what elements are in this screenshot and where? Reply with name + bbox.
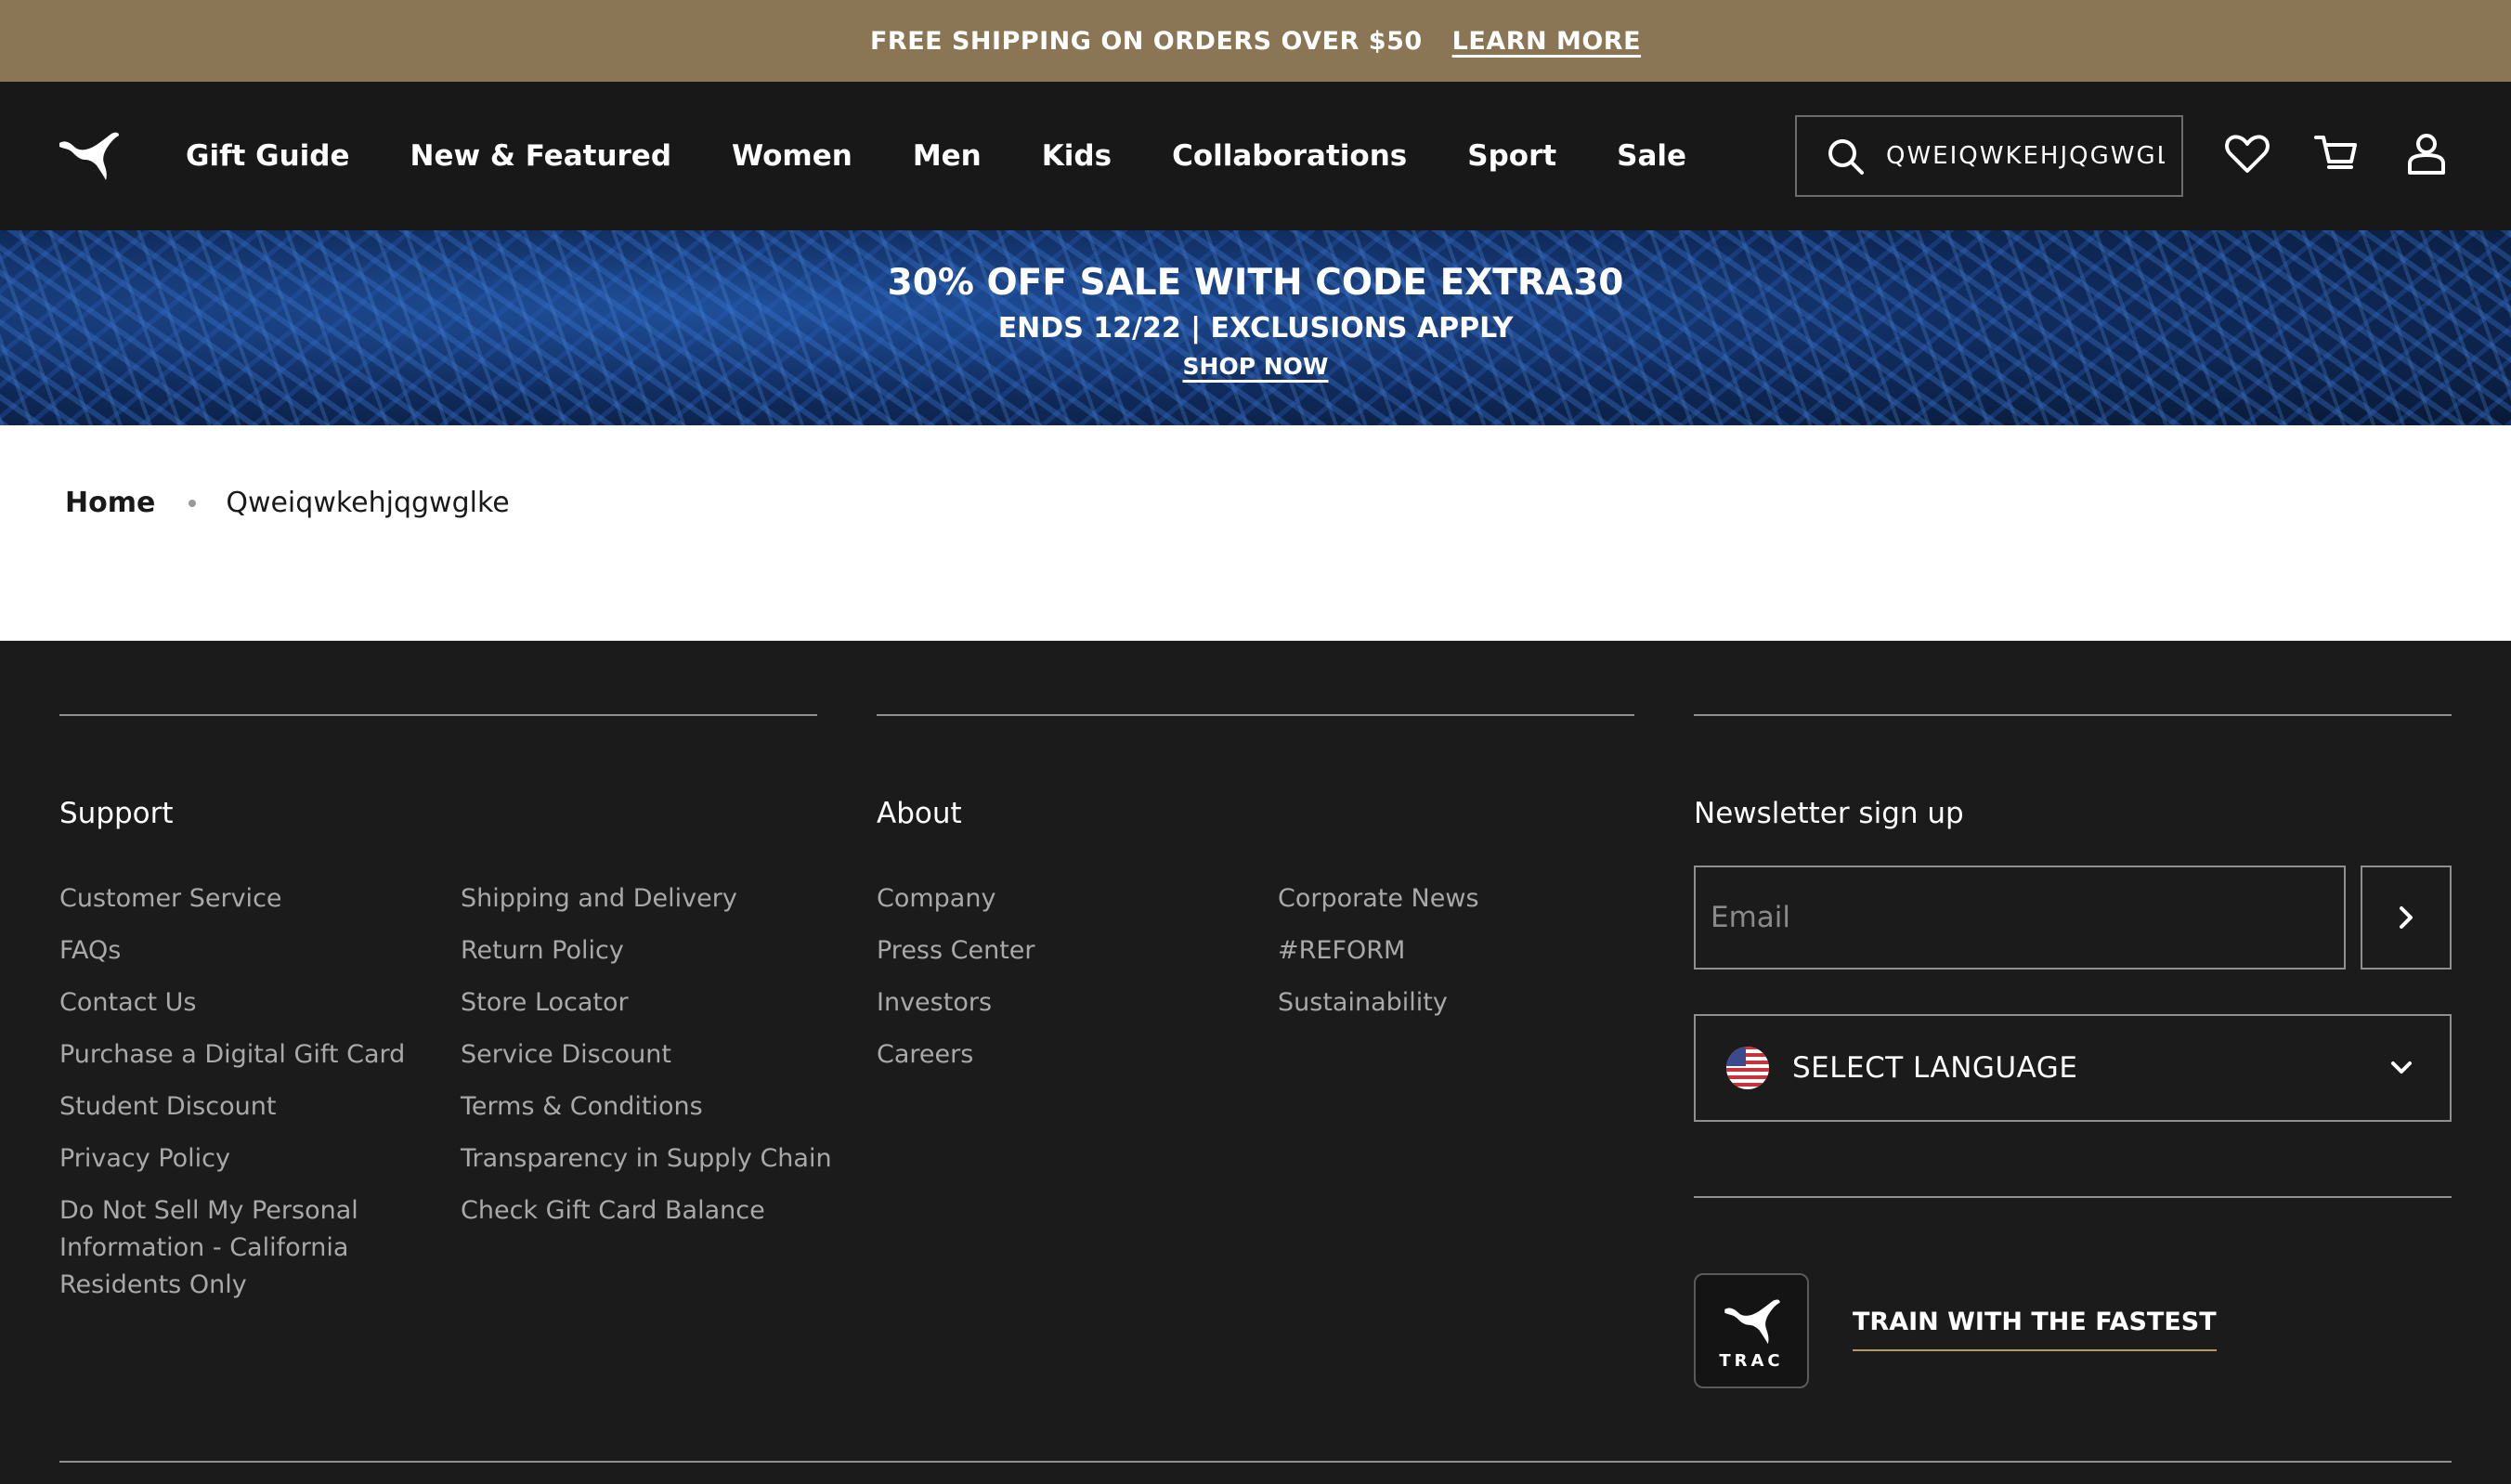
footer-link-customer-service[interactable]: Customer Service: [59, 880, 282, 918]
main-nav: Gift Guide New & Featured Women Men Kids…: [186, 82, 1686, 230]
footer-link-privacy-policy[interactable]: Privacy Policy: [59, 1140, 230, 1178]
language-select[interactable]: SELECT LANGUAGE: [1694, 1014, 2452, 1122]
about-heading: About: [877, 797, 962, 830]
footer-link-terms[interactable]: Terms & Conditions: [461, 1088, 703, 1126]
trac-wordmark: TRAC: [1719, 1351, 1784, 1371]
footer-link-do-not-sell[interactable]: Residents Only: [59, 1267, 247, 1304]
shop-now-link[interactable]: SHOP NOW: [1183, 353, 1329, 380]
footer-link-reform[interactable]: #REFORM: [1278, 932, 1405, 970]
footer-link-faqs[interactable]: FAQs: [59, 932, 121, 970]
footer-link-service-discount[interactable]: Service Discount: [461, 1036, 671, 1074]
site-header: Gift Guide New & Featured Women Men Kids…: [0, 82, 2511, 230]
footer-link-do-not-sell[interactable]: Do Not Sell My Personal: [59, 1192, 358, 1230]
footer-link-store-locator[interactable]: Store Locator: [461, 984, 629, 1022]
footer-divider: [59, 1461, 2452, 1463]
footer-link-gift-card[interactable]: Purchase a Digital Gift Card: [59, 1036, 405, 1074]
newsletter-heading: Newsletter sign up: [1694, 797, 1964, 830]
puma-logo: [1724, 1299, 1780, 1345]
footer-link-company[interactable]: Company: [877, 880, 995, 918]
breadcrumb-section: Home Qweiqwkehjqgwglke: [0, 425, 2511, 641]
nav-sale[interactable]: Sale: [1617, 139, 1686, 173]
user-icon[interactable]: [2402, 130, 2451, 178]
footer-link-corporate-news[interactable]: Corporate News: [1278, 880, 1479, 918]
nav-new-featured[interactable]: New & Featured: [410, 139, 671, 173]
footer-link-sustainability[interactable]: Sustainability: [1278, 984, 1448, 1022]
newsletter-submit-button[interactable]: [2361, 866, 2452, 970]
puma-logo[interactable]: [58, 130, 121, 182]
banner-headline: 30% OFF SALE WITH CODE EXTRA30: [887, 262, 1624, 304]
footer-link-gift-card-balance[interactable]: Check Gift Card Balance: [461, 1192, 765, 1230]
footer-link-do-not-sell[interactable]: Information - California: [59, 1230, 348, 1267]
footer-link-student-discount[interactable]: Student Discount: [59, 1088, 276, 1126]
footer-divider: [59, 714, 817, 716]
learn-more-link[interactable]: LEARN MORE: [1452, 27, 1641, 56]
email-field[interactable]: [1696, 867, 2344, 968]
nav-kids[interactable]: Kids: [1042, 139, 1112, 173]
nav-sport[interactable]: Sport: [1467, 139, 1556, 173]
search-box[interactable]: [1795, 115, 2183, 197]
chevron-right-icon: [2400, 906, 2413, 929]
promo-text: FREE SHIPPING ON ORDERS OVER $50: [869, 26, 1423, 56]
us-flag-icon: [1726, 1047, 1769, 1089]
footer-divider: [877, 714, 1634, 716]
nav-collaborations[interactable]: Collaborations: [1172, 139, 1407, 173]
nav-gift-guide[interactable]: Gift Guide: [186, 139, 350, 173]
sale-banner[interactable]: 30% OFF SALE WITH CODE EXTRA30 ENDS 12/2…: [0, 230, 2511, 425]
train-with-fastest-link[interactable]: TRAIN WITH THE FASTEST: [1853, 1308, 2217, 1351]
search-icon[interactable]: [1825, 136, 1866, 176]
breadcrumb: Home Qweiqwkehjqgwglke: [65, 487, 510, 519]
footer-link-contact-us[interactable]: Contact Us: [59, 984, 196, 1022]
footer-link-careers[interactable]: Careers: [877, 1036, 973, 1074]
nav-women[interactable]: Women: [732, 139, 852, 173]
breadcrumb-home[interactable]: Home: [65, 487, 155, 519]
heart-icon[interactable]: [2223, 130, 2271, 178]
promo-bar: FREE SHIPPING ON ORDERS OVER $50 LEARN M…: [0, 0, 2511, 82]
footer-link-return-policy[interactable]: Return Policy: [461, 932, 624, 970]
footer-divider: [1694, 714, 2452, 716]
breadcrumb-separator: [189, 499, 197, 507]
footer-link-shipping[interactable]: Shipping and Delivery: [461, 880, 737, 918]
support-heading: Support: [59, 797, 174, 830]
chevron-down-icon: [2391, 1061, 2412, 1074]
trac-app-badge[interactable]: TRAC: [1694, 1273, 1809, 1388]
footer-divider: [1694, 1196, 2452, 1198]
email-field-wrapper: [1694, 866, 2346, 970]
footer-link-investors[interactable]: Investors: [877, 984, 992, 1022]
breadcrumb-current: Qweiqwkehjqgwglke: [226, 487, 510, 519]
banner-subline: ENDS 12/22 | EXCLUSIONS APPLY: [997, 312, 1514, 345]
search-input[interactable]: [1886, 142, 2165, 170]
footer-link-supply-chain[interactable]: Transparency in Supply Chain: [461, 1140, 832, 1178]
cart-icon[interactable]: [2312, 130, 2361, 178]
nav-men[interactable]: Men: [913, 139, 982, 173]
language-label: SELECT LANGUAGE: [1792, 1051, 2078, 1085]
footer-link-press-center[interactable]: Press Center: [877, 932, 1035, 970]
